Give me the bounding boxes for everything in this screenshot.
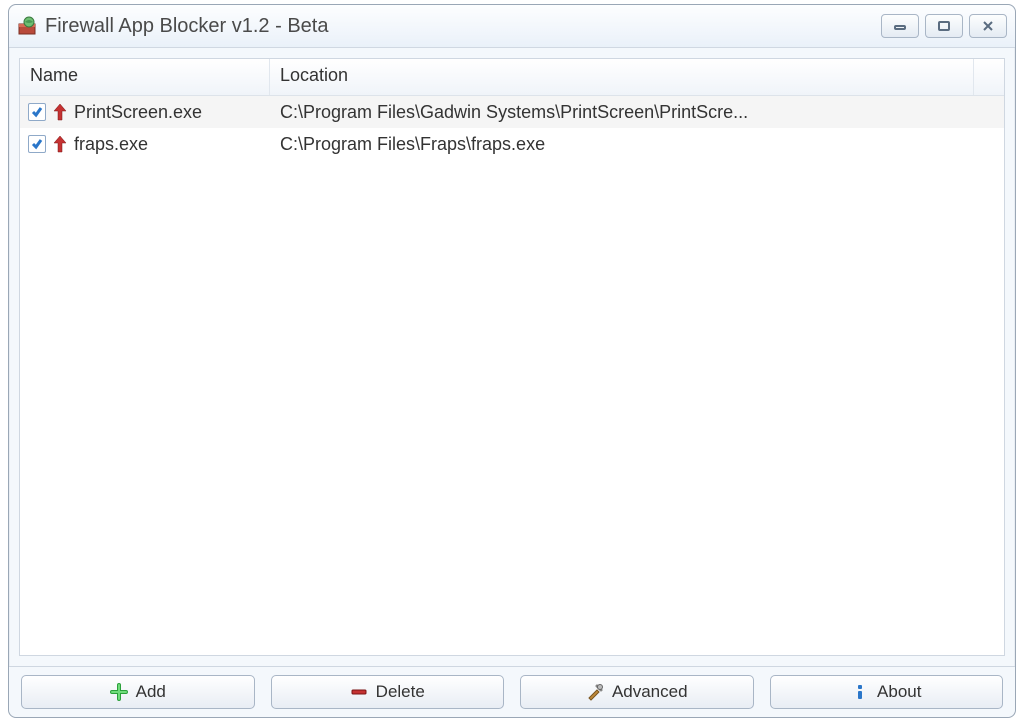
app-window: Firewall App Blocker v1.2 - Beta Name Lo… [8,4,1016,718]
advanced-button[interactable]: Advanced [520,675,754,709]
maximize-button[interactable] [925,14,963,38]
app-icon [17,16,37,36]
window-title: Firewall App Blocker v1.2 - Beta [45,15,881,38]
list-body[interactable]: PrintScreen.exe C:\Program Files\Gadwin S… [20,96,1004,655]
tools-icon [586,683,604,701]
button-bar: Add Delete Advanced [9,666,1015,717]
arrow-up-icon [52,134,68,154]
add-button[interactable]: Add [21,675,255,709]
minus-icon [350,683,368,701]
cell-name: PrintScreen.exe [20,102,270,123]
checkbox[interactable] [28,135,46,153]
delete-label: Delete [376,682,425,702]
cell-name: fraps.exe [20,134,270,155]
column-header-spacer [974,59,1004,95]
about-label: About [877,682,921,702]
window-controls [881,14,1007,38]
titlebar[interactable]: Firewall App Blocker v1.2 - Beta [9,5,1015,48]
row-name: fraps.exe [74,134,148,155]
minimize-button[interactable] [881,14,919,38]
table-row[interactable]: fraps.exe C:\Program Files\Fraps\fraps.ex… [20,128,1004,160]
advanced-label: Advanced [612,682,688,702]
list-panel: Name Location PrintScreen.exe C:\Program … [19,58,1005,656]
delete-button[interactable]: Delete [271,675,505,709]
about-button[interactable]: About [770,675,1004,709]
table-row[interactable]: PrintScreen.exe C:\Program Files\Gadwin S… [20,96,1004,128]
row-name: PrintScreen.exe [74,102,202,123]
add-label: Add [136,682,166,702]
column-header-name[interactable]: Name [20,59,270,95]
checkbox[interactable] [28,103,46,121]
column-header-location[interactable]: Location [270,59,974,95]
info-icon [851,683,869,701]
arrow-up-icon [52,102,68,122]
row-location: C:\Program Files\Gadwin Systems\PrintScr… [270,102,1004,123]
close-button[interactable] [969,14,1007,38]
plus-icon [110,683,128,701]
list-header: Name Location [20,59,1004,96]
row-location: C:\Program Files\Fraps\fraps.exe [270,134,1004,155]
